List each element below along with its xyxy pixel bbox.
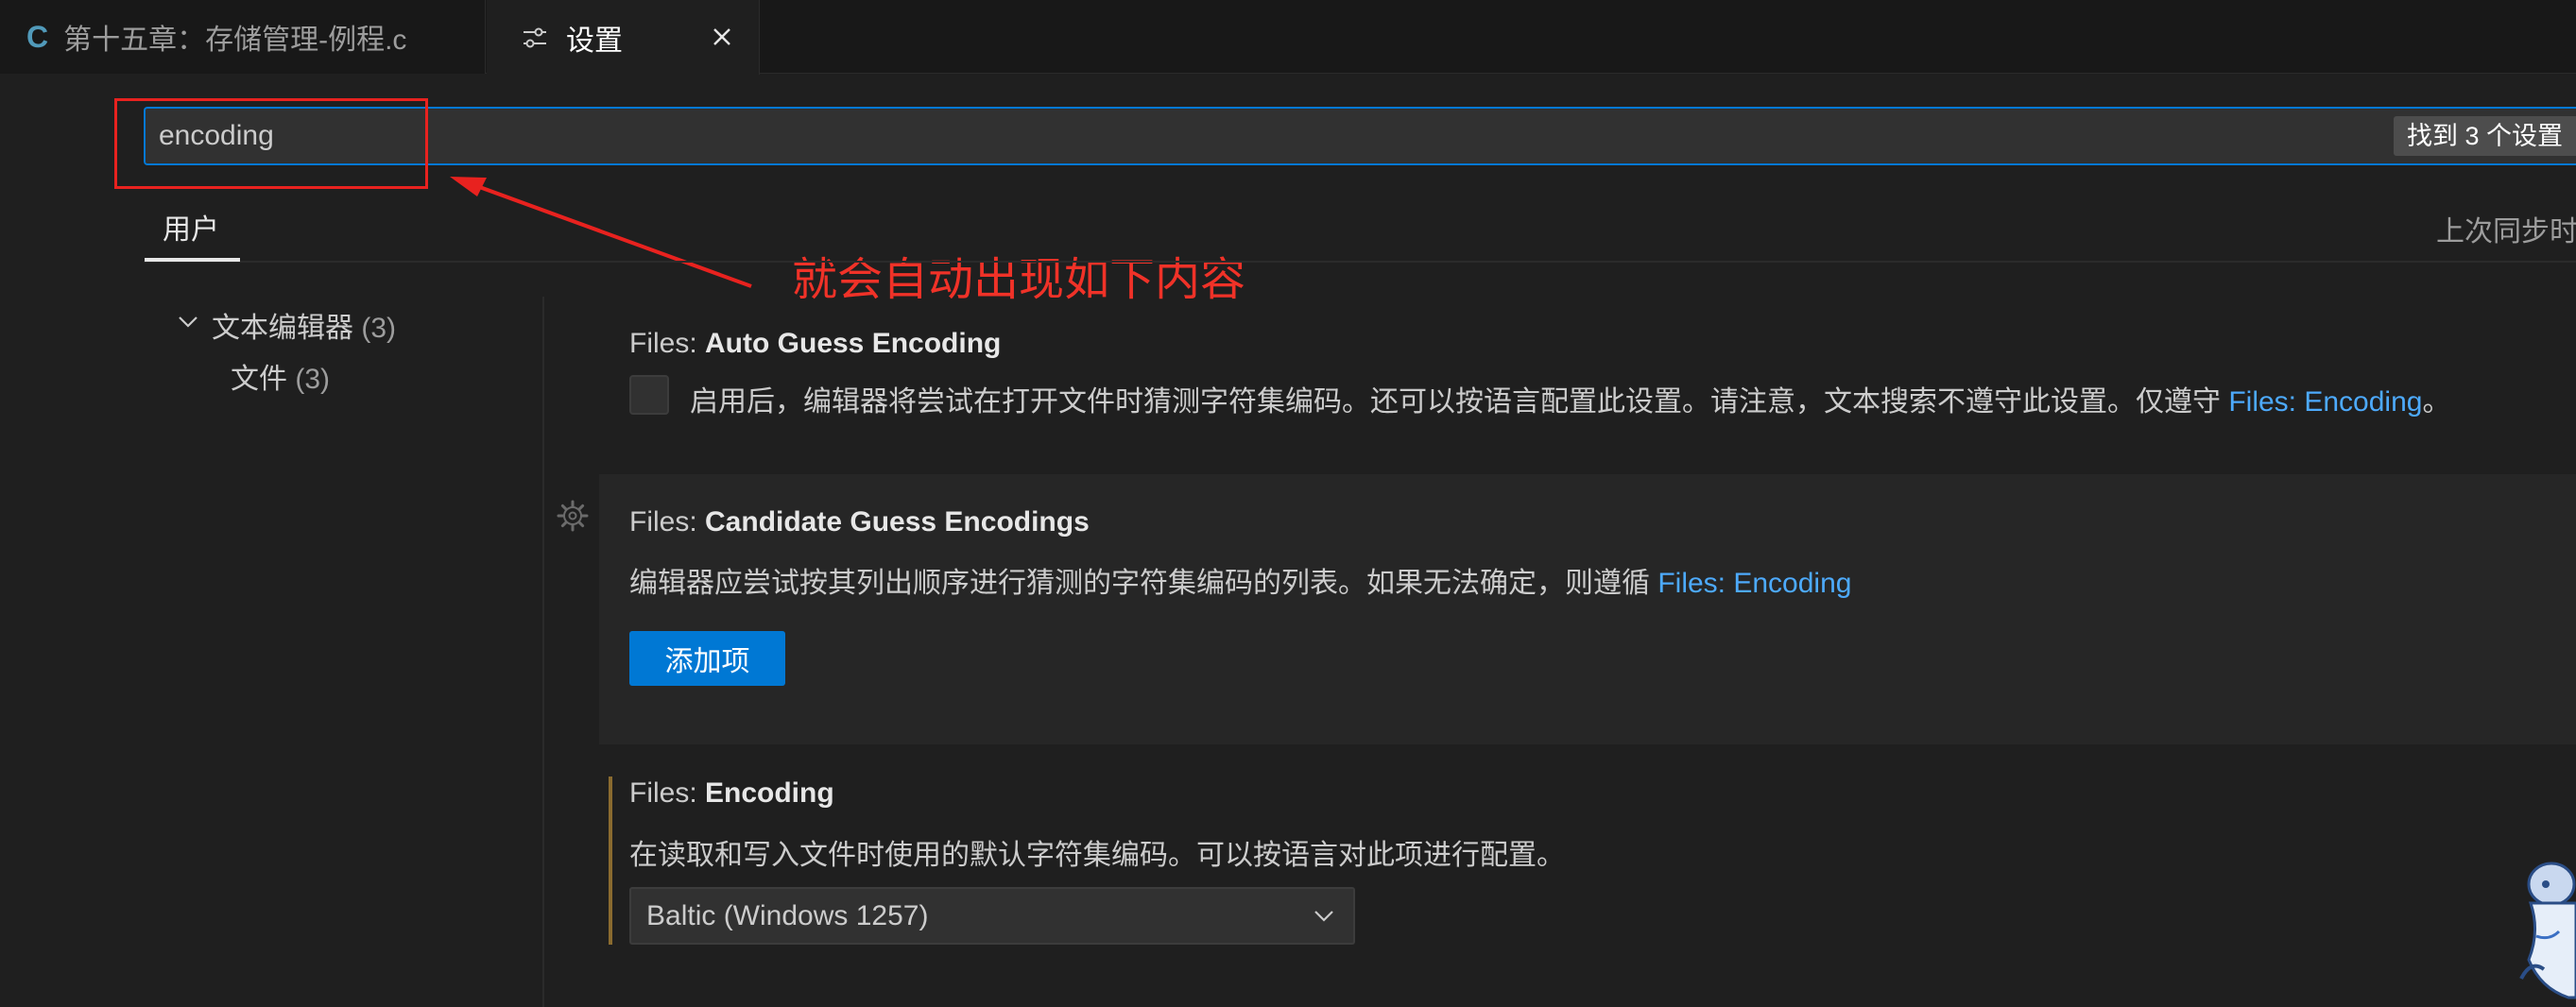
files-encoding-link[interactable]: Files: Encoding: [1657, 568, 1851, 599]
toc-item-count: (3): [295, 364, 331, 395]
description-text: 启用后，编辑器将尝试在打开文件时猜测字符集编码。还可以按语言配置此设置。请注意，…: [690, 386, 2229, 418]
mascot-image: [2519, 862, 2576, 999]
chevron-down-icon: [1314, 911, 1333, 922]
setting-description: 编辑器应尝试按其列出顺序进行猜测的字符集编码的列表。如果无法确定，则遵循 Fil…: [629, 559, 1851, 601]
files-encoding-link[interactable]: Files: Encoding: [2228, 386, 2422, 418]
gear-icon[interactable]: [556, 499, 590, 533]
tab-c-file[interactable]: C 第十五章：存储管理-例程.c: [0, 0, 486, 74]
setting-name: Auto Guess Encoding: [705, 328, 1002, 359]
setting-title-auto-guess-encoding: Files: Auto Guess Encoding: [629, 328, 1001, 360]
editor-tab-bar: C 第十五章：存储管理-例程.c 设置: [0, 0, 2576, 75]
tab-settings[interactable]: 设置: [487, 0, 760, 75]
description-suffix: 。: [2422, 386, 2451, 418]
encoding-select[interactable]: Baltic (Windows 1257): [629, 887, 1355, 945]
toc-divider: [542, 297, 544, 1007]
setting-name: Candidate Guess Encodings: [705, 506, 1090, 538]
toc-item-label: 文本编辑器: [212, 313, 353, 344]
toc-item-text-editor[interactable]: 文本编辑器 (3): [212, 304, 396, 346]
search-result-count: 找到 3 个设置: [2393, 116, 2576, 156]
description-text: 编辑器应尝试按其列出顺序进行猜测的字符集编码的列表。如果无法确定，则遵循: [629, 568, 1658, 599]
scope-tab-user[interactable]: 用户: [163, 206, 219, 247]
annotation-highlight-box: [114, 98, 428, 189]
toc-item-count: (3): [361, 313, 397, 344]
setting-category: Files:: [629, 777, 706, 809]
scope-bar-divider: [144, 261, 2576, 263]
settings-icon: [524, 27, 546, 47]
auto-guess-encoding-checkbox[interactable]: [629, 375, 669, 415]
c-file-icon: C: [26, 19, 49, 54]
tab-label: 设置: [566, 25, 623, 57]
scope-tab-active-indicator: [145, 258, 240, 262]
setting-description: 启用后，编辑器将尝试在打开文件时猜测字符集编码。还可以按语言配置此设置。请注意，…: [690, 378, 2450, 419]
setting-title-encoding: Files: Encoding: [629, 777, 834, 810]
toc-item-files[interactable]: 文件 (3): [231, 355, 330, 397]
encoding-select-value: Baltic (Windows 1257): [646, 900, 929, 931]
setting-description: 在读取和写入文件时使用的默认字符集编码。可以按语言对此项进行配置。: [629, 840, 1565, 871]
annotation-text: 就会自动出现如下内容: [792, 255, 1246, 305]
chevron-down-icon[interactable]: [176, 310, 200, 334]
setting-category: Files:: [629, 506, 706, 538]
setting-title-candidate-guess-encodings: Files: Candidate Guess Encodings: [629, 506, 1090, 538]
settings-search-box[interactable]: 找到 3 个设置: [144, 107, 2576, 165]
add-item-button[interactable]: 添加项: [629, 631, 785, 686]
last-sync-label: 上次同步时间: [2436, 216, 2576, 247]
toc-item-label: 文件: [231, 364, 287, 395]
setting-name: Encoding: [705, 777, 834, 809]
setting-category: Files:: [629, 328, 706, 359]
modified-indicator: [609, 777, 612, 945]
settings-search-input[interactable]: [159, 109, 2332, 163]
tab-label: 第十五章：存储管理-例程.c: [63, 25, 407, 56]
close-icon[interactable]: [706, 21, 738, 53]
